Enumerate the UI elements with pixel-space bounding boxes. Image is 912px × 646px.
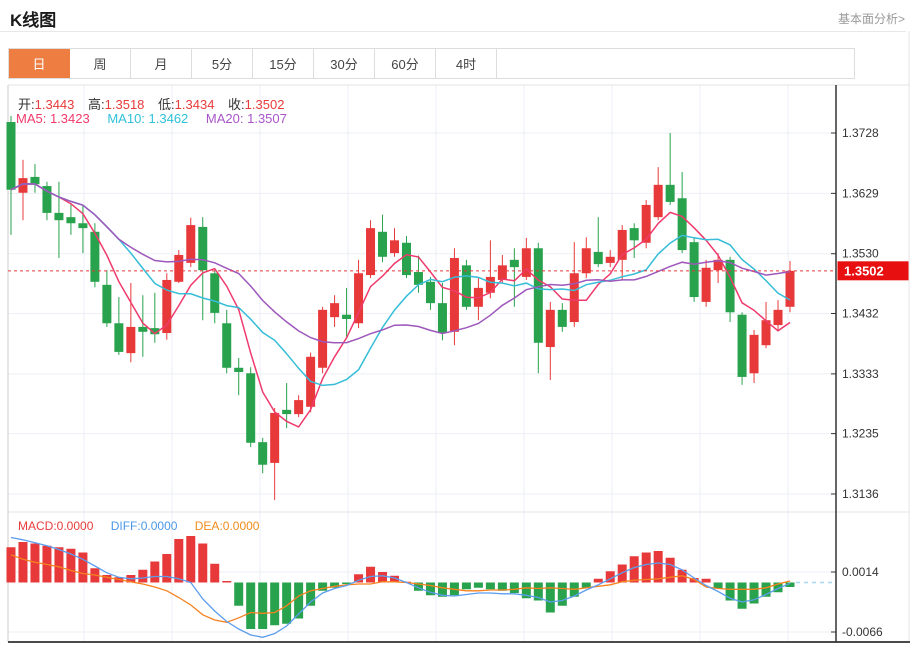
macd-value: MACD:0.0000: [18, 519, 94, 533]
ma20-value: MA20: 1.3507: [205, 111, 287, 126]
diff-value: DIFF:0.0000: [110, 519, 178, 533]
grid-layer: [8, 85, 836, 642]
price-axis: 1.3728 1.3629 1.3530 1.3432 1.3333 1.3235 1.31…: [831, 85, 883, 642]
svg-text:1.3728: 1.3728: [842, 126, 879, 140]
candles-layer: [6, 115, 795, 501]
ma-lines-layer: [10, 183, 791, 428]
svg-text:1.3530: 1.3530: [842, 247, 879, 261]
ma5-line: [10, 183, 791, 428]
close-label: 收:: [228, 97, 245, 112]
macd-layer: [6, 536, 836, 638]
high-value: 1.3518: [104, 97, 145, 112]
ma5-value: MA5: 1.3423: [16, 111, 90, 126]
low-label: 低:: [158, 97, 175, 112]
svg-text:1.3333: 1.3333: [842, 367, 879, 381]
dea-value: DEA:0.0000: [194, 519, 260, 533]
svg-text:1.3235: 1.3235: [842, 427, 879, 441]
ma20-line: [10, 183, 791, 344]
low-value: 1.3434: [174, 97, 215, 112]
ma10-value: MA10: 1.3462: [107, 111, 189, 126]
macd-readout: MACD:0.0000 DIFF:0.0000 DEA:0.0000: [18, 519, 259, 533]
svg-text:1.3432: 1.3432: [842, 307, 879, 321]
current-price-tag-label: 1.3502: [844, 263, 884, 278]
svg-text:1.3136: 1.3136: [842, 487, 879, 501]
open-label: 开:: [18, 97, 35, 112]
svg-text:0.0014: 0.0014: [842, 565, 879, 579]
svg-text:-0.0066: -0.0066: [842, 625, 883, 639]
svg-text:1.3629: 1.3629: [842, 186, 879, 200]
ma-readout: MA5: 1.3423 MA10: 1.3462 MA20: 1.3507: [16, 111, 287, 126]
high-label: 高:: [88, 97, 105, 112]
open-value: 1.3443: [34, 97, 75, 112]
kline-page: K线图 基本面分析> 日 周 月 5分 15分 30分 60分 4时 1.350…: [0, 0, 912, 646]
close-value: 1.3502: [244, 97, 285, 112]
diff-line: [10, 536, 791, 638]
